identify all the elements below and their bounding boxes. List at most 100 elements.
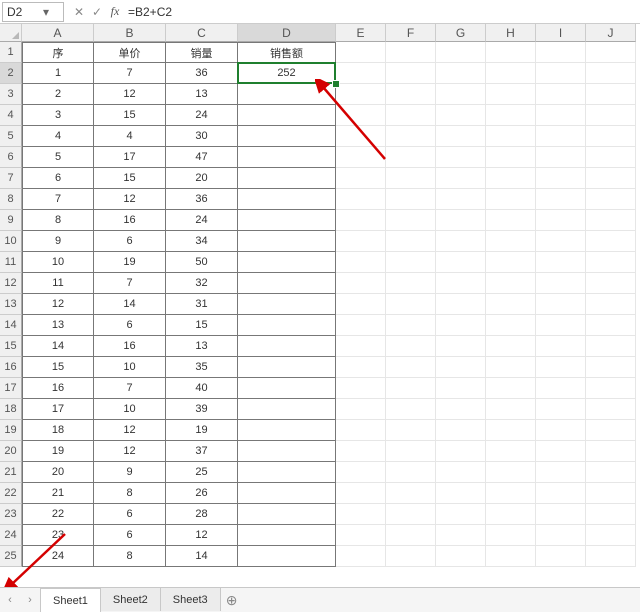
row-header-14[interactable]: 14: [0, 315, 22, 336]
cell-J24[interactable]: [586, 525, 636, 546]
cell-F24[interactable]: [386, 525, 436, 546]
cell-D23[interactable]: [238, 504, 336, 525]
sheet-tab-sheet1[interactable]: Sheet1: [40, 588, 101, 612]
cell-H10[interactable]: [486, 231, 536, 252]
cancel-formula-button[interactable]: ✕: [70, 3, 88, 21]
cell-G25[interactable]: [436, 546, 486, 567]
cell-D6[interactable]: [238, 147, 336, 168]
cell-G7[interactable]: [436, 168, 486, 189]
cell-I16[interactable]: [536, 357, 586, 378]
cell-I2[interactable]: [536, 63, 586, 84]
cell-J13[interactable]: [586, 294, 636, 315]
cell-G16[interactable]: [436, 357, 486, 378]
cell-J21[interactable]: [586, 462, 636, 483]
cell-I21[interactable]: [536, 462, 586, 483]
cell-I15[interactable]: [536, 336, 586, 357]
cell-C25[interactable]: 14: [166, 546, 238, 567]
column-header-D[interactable]: D: [238, 24, 336, 42]
cell-A18[interactable]: 17: [22, 399, 94, 420]
cell-J9[interactable]: [586, 210, 636, 231]
cell-G8[interactable]: [436, 189, 486, 210]
cell-E13[interactable]: [336, 294, 386, 315]
cell-G15[interactable]: [436, 336, 486, 357]
cell-A24[interactable]: 23: [22, 525, 94, 546]
cell-I14[interactable]: [536, 315, 586, 336]
cell-D20[interactable]: [238, 441, 336, 462]
cell-E20[interactable]: [336, 441, 386, 462]
cell-A3[interactable]: 2: [22, 84, 94, 105]
cell-I17[interactable]: [536, 378, 586, 399]
cell-E5[interactable]: [336, 126, 386, 147]
cell-D19[interactable]: [238, 420, 336, 441]
cell-I25[interactable]: [536, 546, 586, 567]
cell-H3[interactable]: [486, 84, 536, 105]
cell-H9[interactable]: [486, 210, 536, 231]
row-header-25[interactable]: 25: [0, 546, 22, 567]
cell-A15[interactable]: 14: [22, 336, 94, 357]
cell-G5[interactable]: [436, 126, 486, 147]
cell-G4[interactable]: [436, 105, 486, 126]
cell-G1[interactable]: [436, 42, 486, 63]
cell-G18[interactable]: [436, 399, 486, 420]
cell-D8[interactable]: [238, 189, 336, 210]
column-header-F[interactable]: F: [386, 24, 436, 42]
cell-H21[interactable]: [486, 462, 536, 483]
cell-H17[interactable]: [486, 378, 536, 399]
row-header-12[interactable]: 12: [0, 273, 22, 294]
cell-G6[interactable]: [436, 147, 486, 168]
cell-C17[interactable]: 40: [166, 378, 238, 399]
cell-J5[interactable]: [586, 126, 636, 147]
cell-A8[interactable]: 7: [22, 189, 94, 210]
cell-I8[interactable]: [536, 189, 586, 210]
cell-J22[interactable]: [586, 483, 636, 504]
cell-B17[interactable]: 7: [94, 378, 166, 399]
cell-A13[interactable]: 12: [22, 294, 94, 315]
cell-E25[interactable]: [336, 546, 386, 567]
cell-F18[interactable]: [386, 399, 436, 420]
cell-D17[interactable]: [238, 378, 336, 399]
tab-nav-next[interactable]: ›: [20, 594, 40, 606]
row-header-18[interactable]: 18: [0, 399, 22, 420]
cell-H11[interactable]: [486, 252, 536, 273]
cell-G3[interactable]: [436, 84, 486, 105]
cell-B3[interactable]: 12: [94, 84, 166, 105]
cell-B12[interactable]: 7: [94, 273, 166, 294]
cell-F19[interactable]: [386, 420, 436, 441]
column-header-H[interactable]: H: [486, 24, 536, 42]
row-header-22[interactable]: 22: [0, 483, 22, 504]
cell-G10[interactable]: [436, 231, 486, 252]
fill-handle[interactable]: [332, 80, 340, 88]
row-header-17[interactable]: 17: [0, 378, 22, 399]
cell-F20[interactable]: [386, 441, 436, 462]
cell-D21[interactable]: [238, 462, 336, 483]
cell-H7[interactable]: [486, 168, 536, 189]
cell-F8[interactable]: [386, 189, 436, 210]
cell-A14[interactable]: 13: [22, 315, 94, 336]
cell-F1[interactable]: [386, 42, 436, 63]
column-header-A[interactable]: A: [22, 24, 94, 42]
cell-B25[interactable]: 8: [94, 546, 166, 567]
cell-I9[interactable]: [536, 210, 586, 231]
cell-A19[interactable]: 18: [22, 420, 94, 441]
cell-C1[interactable]: 销量: [166, 42, 238, 63]
cell-G2[interactable]: [436, 63, 486, 84]
cell-A11[interactable]: 10: [22, 252, 94, 273]
cell-H6[interactable]: [486, 147, 536, 168]
formula-input[interactable]: =B2+C2: [124, 2, 640, 22]
cell-C19[interactable]: 19: [166, 420, 238, 441]
row-header-3[interactable]: 3: [0, 84, 22, 105]
cell-A2[interactable]: 1: [22, 63, 94, 84]
cell-I5[interactable]: [536, 126, 586, 147]
cell-D4[interactable]: [238, 105, 336, 126]
cell-B7[interactable]: 15: [94, 168, 166, 189]
cell-E21[interactable]: [336, 462, 386, 483]
cell-B23[interactable]: 6: [94, 504, 166, 525]
cells-area[interactable]: 序单价销量销售额17362522121331524443051747615207…: [22, 42, 636, 567]
cell-I24[interactable]: [536, 525, 586, 546]
cell-D12[interactable]: [238, 273, 336, 294]
cell-F12[interactable]: [386, 273, 436, 294]
cell-E12[interactable]: [336, 273, 386, 294]
row-header-8[interactable]: 8: [0, 189, 22, 210]
sheet-tab-sheet3[interactable]: Sheet3: [161, 588, 221, 611]
cell-I18[interactable]: [536, 399, 586, 420]
